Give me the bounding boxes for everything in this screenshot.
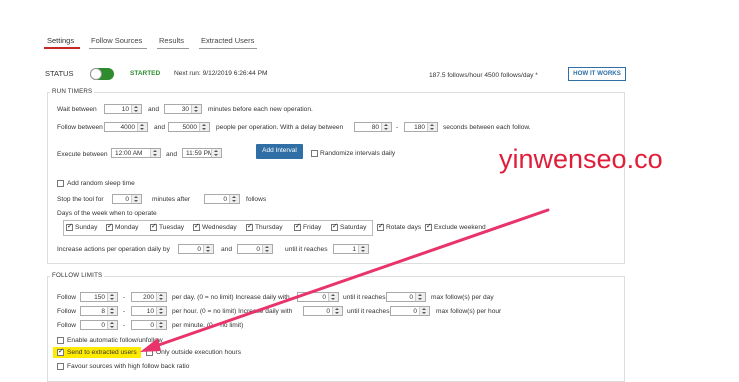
arrow-head [140, 338, 161, 352]
arrow-line [148, 208, 550, 350]
annotation-arrow [140, 208, 550, 352]
watermark-text: yinwenseo.co [499, 144, 663, 174]
